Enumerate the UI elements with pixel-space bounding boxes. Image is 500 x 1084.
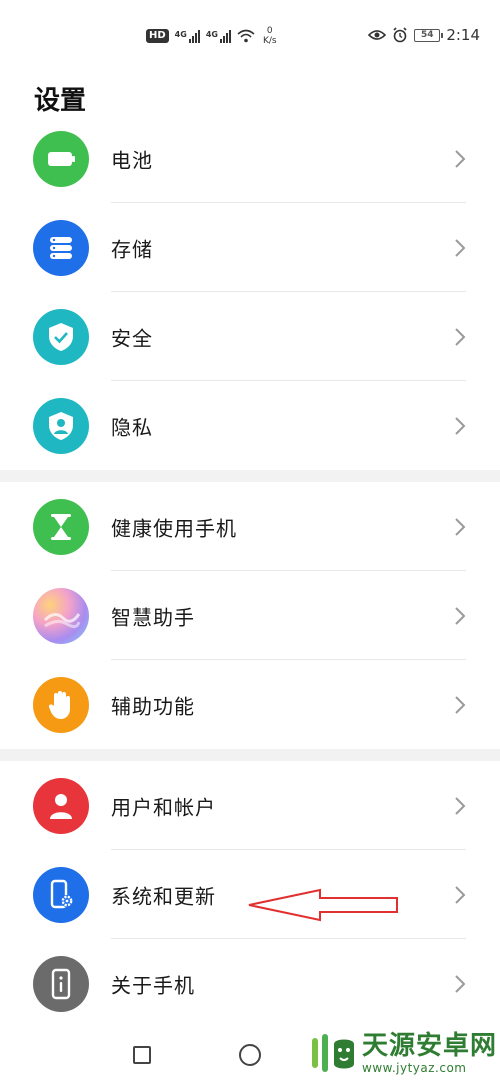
settings-item-users-accounts[interactable]: 用户和帐户 <box>0 761 500 850</box>
watermark-logo-icon <box>312 1034 354 1072</box>
settings-item-label: 存储 <box>111 237 153 261</box>
chevron-right-icon <box>455 695 466 714</box>
wifi-icon <box>237 29 255 43</box>
eye-icon <box>368 30 387 40</box>
settings-item-label: 关于手机 <box>111 973 195 997</box>
watermark: 天源安卓网 www.jytyaz.com <box>308 1030 497 1076</box>
recents-button[interactable] <box>133 1046 151 1064</box>
network-speed: 0 K/s <box>263 26 277 46</box>
chevron-right-icon <box>455 416 466 435</box>
chevron-right-icon <box>455 149 466 168</box>
network-type-label: 4G <box>205 29 218 39</box>
page-title: 设置 <box>34 86 87 116</box>
settings-item-label: 隐私 <box>111 415 153 439</box>
settings-item-battery[interactable]: 电池 <box>0 114 500 203</box>
chevron-right-icon <box>455 885 466 904</box>
signal-icon: 4G <box>174 29 200 43</box>
status-network-group: HD 4G 4G 0 K/s <box>146 26 277 46</box>
annotation-arrow-icon <box>248 888 398 922</box>
status-right-group: 54 2:14 <box>368 26 480 44</box>
signal-icon: 4G <box>205 29 231 43</box>
home-button[interactable] <box>239 1044 261 1066</box>
storage-icon <box>33 219 89 276</box>
shield-check-icon <box>33 308 89 365</box>
battery-indicator: 54 <box>414 28 444 42</box>
group-separator <box>0 749 500 761</box>
battery-icon <box>33 130 89 187</box>
settings-item-storage[interactable]: 存储 <box>0 203 500 292</box>
settings-item-security[interactable]: 安全 <box>0 292 500 381</box>
settings-item-accessibility[interactable]: 辅助功能 <box>0 660 500 749</box>
settings-item-digital-balance[interactable]: 健康使用手机 <box>0 482 500 571</box>
hand-icon <box>33 676 89 733</box>
watermark-name: 天源安卓网 <box>362 1031 498 1061</box>
chevron-right-icon <box>455 517 466 536</box>
settings-item-about-phone[interactable]: 关于手机 <box>0 939 500 1028</box>
network-type-label: 4G <box>174 29 187 39</box>
settings-item-label: 系统和更新 <box>111 884 216 908</box>
settings-item-label: 辅助功能 <box>111 694 195 718</box>
clock: 2:14 <box>446 26 480 44</box>
settings-item-label: 电池 <box>111 148 153 172</box>
battery-level: 54 <box>421 29 434 40</box>
hd-badge: HD <box>146 29 169 43</box>
group-separator <box>0 470 500 482</box>
chevron-right-icon <box>455 974 466 993</box>
phone-info-icon <box>33 955 89 1012</box>
user-icon <box>33 777 89 834</box>
settings-item-label: 智慧助手 <box>111 605 195 629</box>
speed-value: 0 <box>266 26 273 36</box>
chevron-right-icon <box>455 796 466 815</box>
privacy-icon <box>33 397 89 454</box>
settings-item-label: 用户和帐户 <box>111 795 216 819</box>
assistant-icon <box>33 587 89 644</box>
settings-item-privacy[interactable]: 隐私 <box>0 381 500 470</box>
speed-unit: K/s <box>262 36 277 46</box>
chevron-right-icon <box>455 327 466 346</box>
settings-item-label: 健康使用手机 <box>111 516 237 540</box>
phone-settings-icon <box>33 866 89 923</box>
watermark-url: www.jytyaz.com <box>362 1061 467 1075</box>
settings-item-smart-assistant[interactable]: 智慧助手 <box>0 571 500 660</box>
alarm-icon <box>393 27 407 43</box>
status-bar: HD 4G 4G 0 K/s 54 2:14 <box>0 0 500 70</box>
chevron-right-icon <box>455 606 466 625</box>
settings-item-label: 安全 <box>111 326 153 350</box>
chevron-right-icon <box>455 238 466 257</box>
hourglass-icon <box>33 498 89 555</box>
